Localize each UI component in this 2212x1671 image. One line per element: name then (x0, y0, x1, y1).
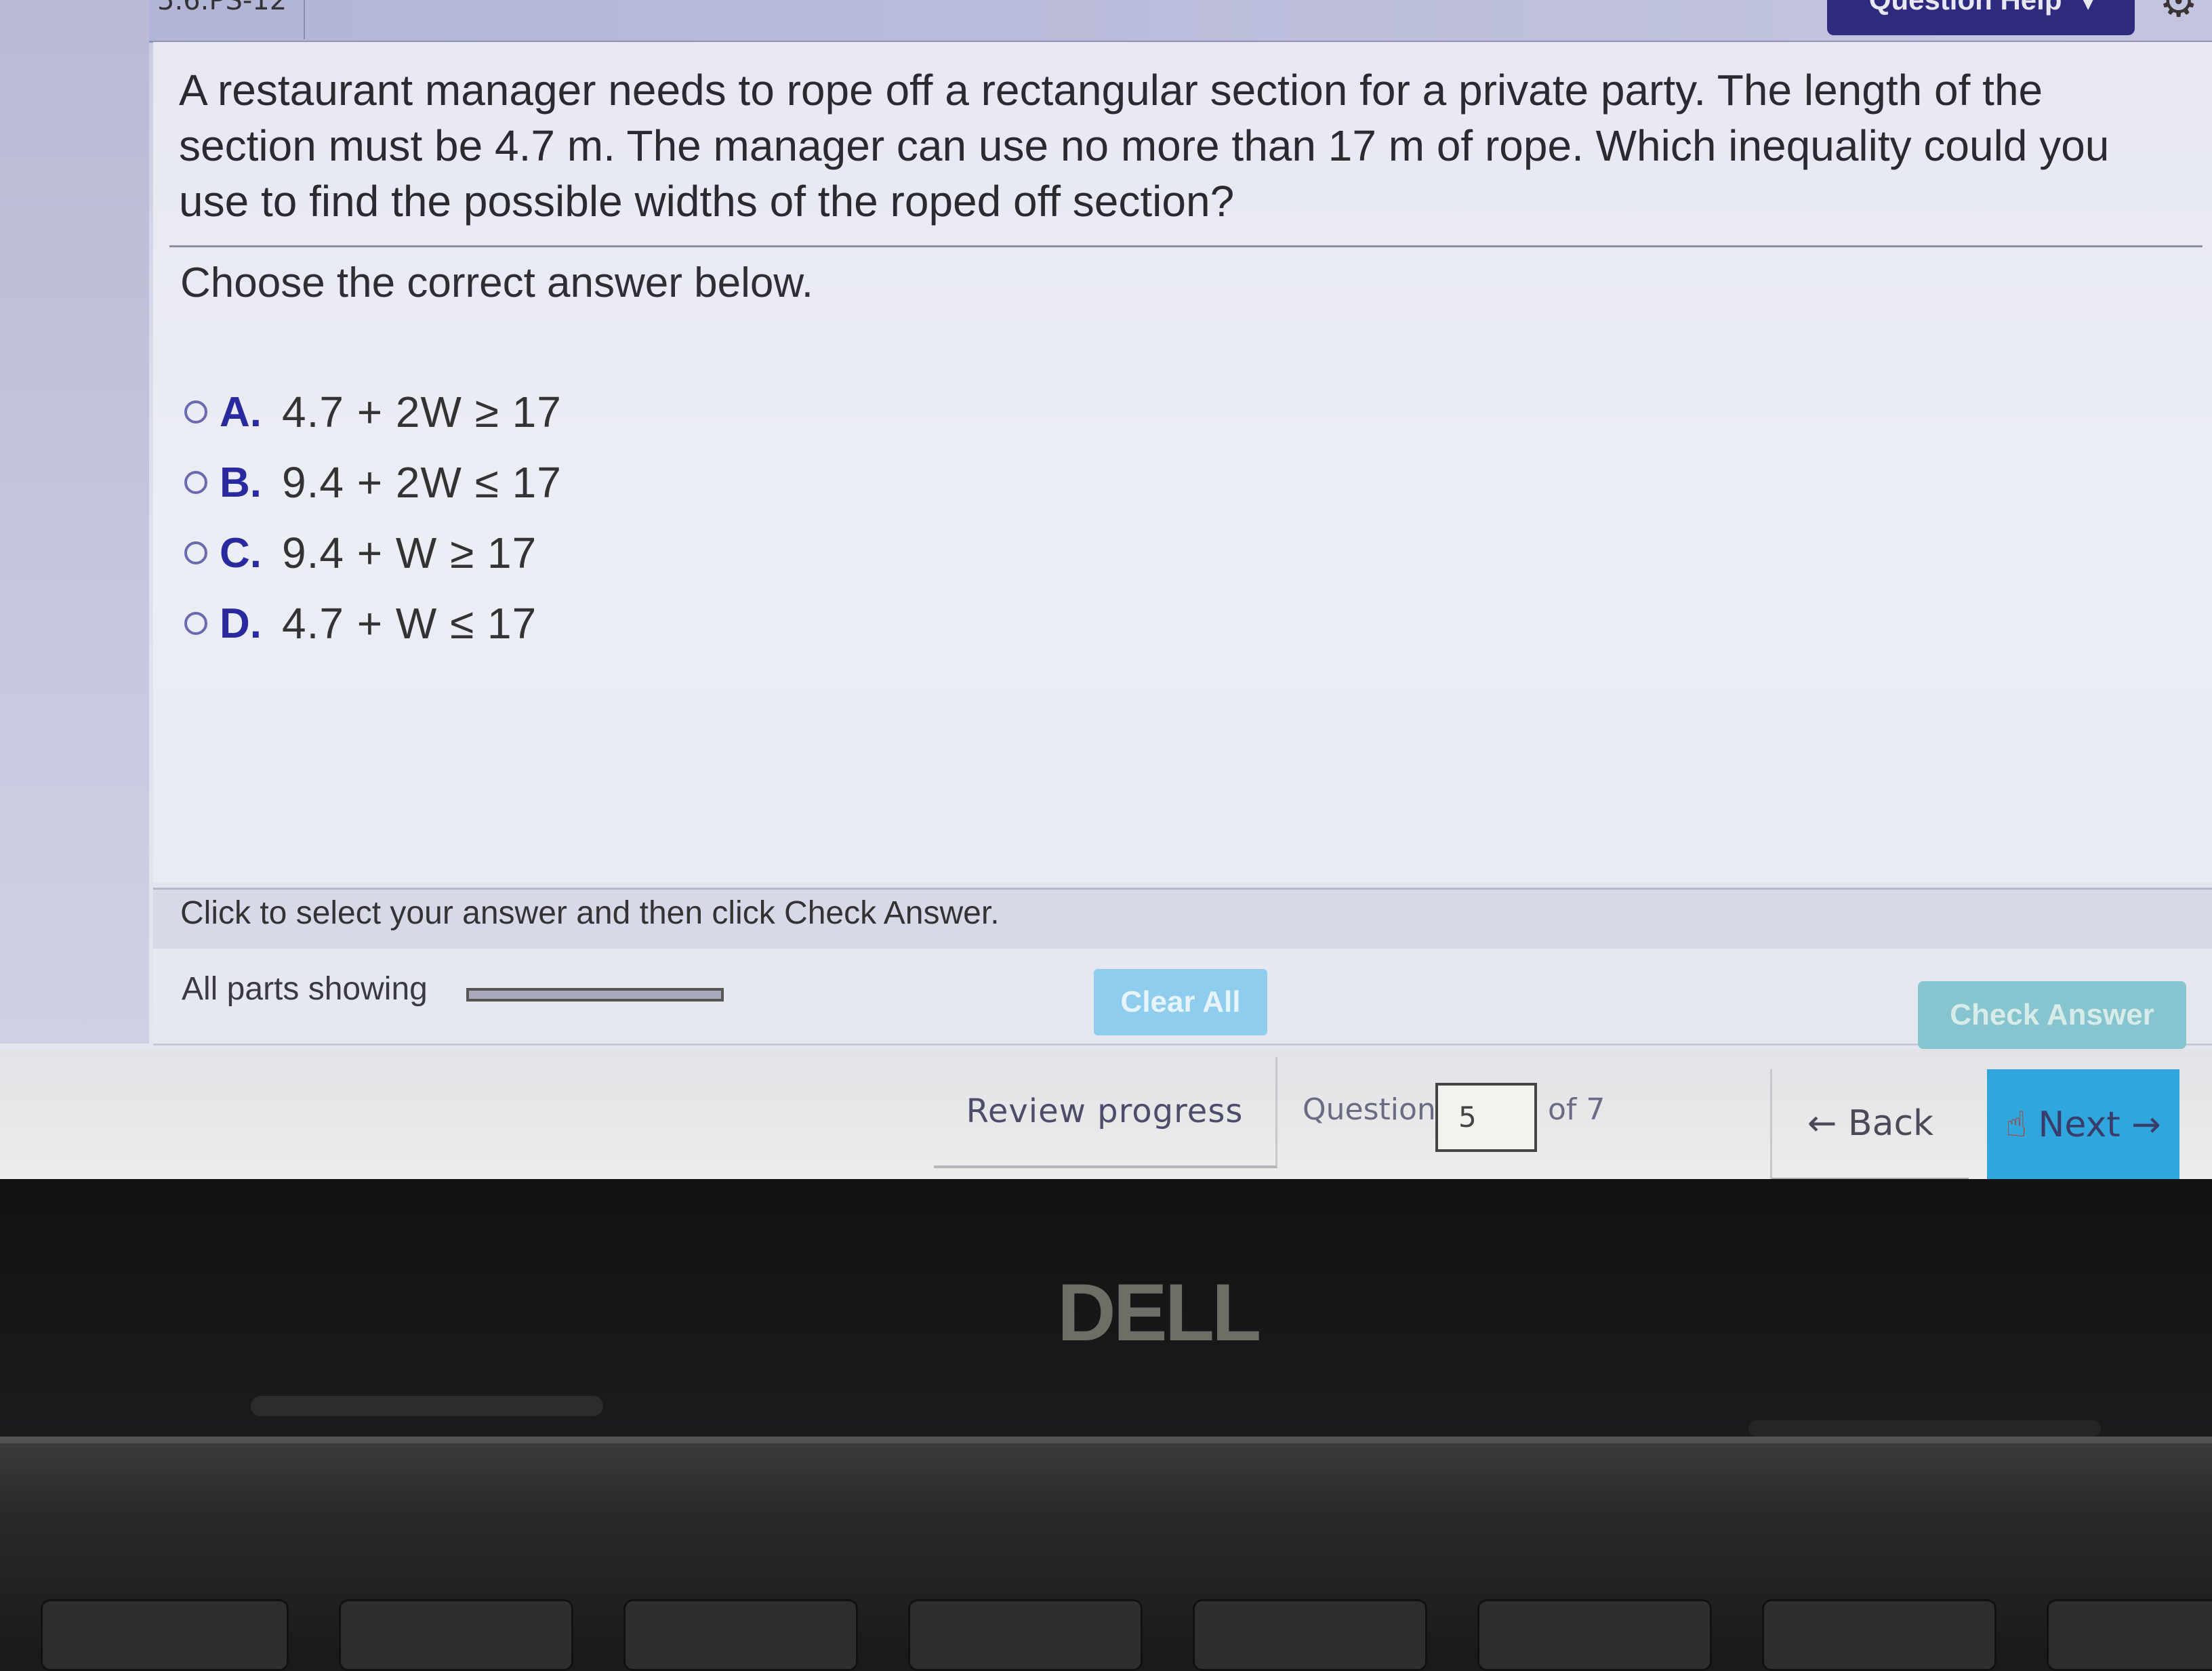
choice-letter: B. (220, 459, 262, 506)
key (2047, 1599, 2212, 1671)
keyboard-row (0, 1586, 2212, 1671)
screen: 5.6.PS-12 Question Help ▾ ⚙ A restaurant… (0, 0, 2212, 1180)
question-text: A restaurant manager needs to rope off a… (179, 66, 2110, 226)
chevron-down-icon: ▾ (2083, 0, 2093, 14)
choice-expression: 9.4 + 2W ≤ 17 (282, 458, 562, 507)
question-number-input[interactable]: 5 (1435, 1083, 1537, 1152)
key (623, 1599, 858, 1671)
review-progress-button[interactable]: Review progress (934, 1057, 1277, 1168)
next-label: Next → (2038, 1105, 2161, 1145)
key (41, 1599, 289, 1671)
top-bar-divider (304, 0, 305, 39)
radio-button[interactable] (184, 400, 207, 424)
choice-c[interactable]: C. 9.4 + W ≥ 17 (184, 518, 562, 588)
gear-icon[interactable]: ⚙ (2159, 0, 2203, 23)
choice-d[interactable]: D. 4.7 + W ≤ 17 (184, 588, 562, 659)
instruction-text: Click to select your answer and then cli… (180, 895, 1000, 931)
parts-progress-bar (466, 988, 724, 1002)
choice-letter: C. (220, 529, 262, 577)
next-button[interactable]: ☝ Next → (1987, 1069, 2179, 1180)
key (1762, 1599, 1996, 1671)
question-help-label: Question Help (1869, 0, 2062, 16)
check-answer-button[interactable]: Check Answer (1918, 981, 2186, 1049)
dell-logo: DELL (1057, 1267, 1261, 1358)
choice-a[interactable]: A. 4.7 + 2W ≥ 17 (184, 377, 562, 447)
section-id: 5.6.PS-12 (157, 0, 287, 16)
key (908, 1599, 1143, 1671)
radio-button[interactable] (184, 541, 207, 564)
answer-choices: A. 4.7 + 2W ≥ 17 B. 9.4 + 2W ≤ 17 C. 9.4… (184, 377, 562, 659)
question-label: Question (1303, 1092, 1436, 1127)
back-button[interactable]: ← Back (1770, 1069, 1969, 1180)
choice-b[interactable]: B. 9.4 + 2W ≤ 17 (184, 447, 562, 518)
question-total: of 7 (1548, 1092, 1605, 1127)
choice-expression: 4.7 + 2W ≥ 17 (282, 388, 562, 436)
hinge-left (251, 1396, 603, 1416)
question-help-button[interactable]: Question Help ▾ (1827, 0, 2135, 35)
clear-all-button[interactable]: Clear All (1094, 969, 1267, 1035)
answer-prompt: Choose the correct answer below. (180, 260, 813, 306)
divider (169, 245, 2203, 247)
choice-letter: A. (220, 388, 262, 436)
choice-letter: D. (220, 600, 262, 647)
parts-label: All parts showing (182, 971, 428, 1007)
choice-expression: 4.7 + W ≤ 17 (282, 599, 537, 648)
key (1477, 1599, 1712, 1671)
hinge-right (1748, 1420, 2101, 1437)
key (1193, 1599, 1427, 1671)
key (339, 1599, 573, 1671)
hand-cursor-icon: ☝ (2005, 1105, 2027, 1145)
choice-expression: 9.4 + W ≥ 17 (282, 529, 537, 577)
radio-button[interactable] (184, 612, 207, 635)
radio-button[interactable] (184, 471, 207, 494)
left-gutter (0, 0, 149, 1044)
